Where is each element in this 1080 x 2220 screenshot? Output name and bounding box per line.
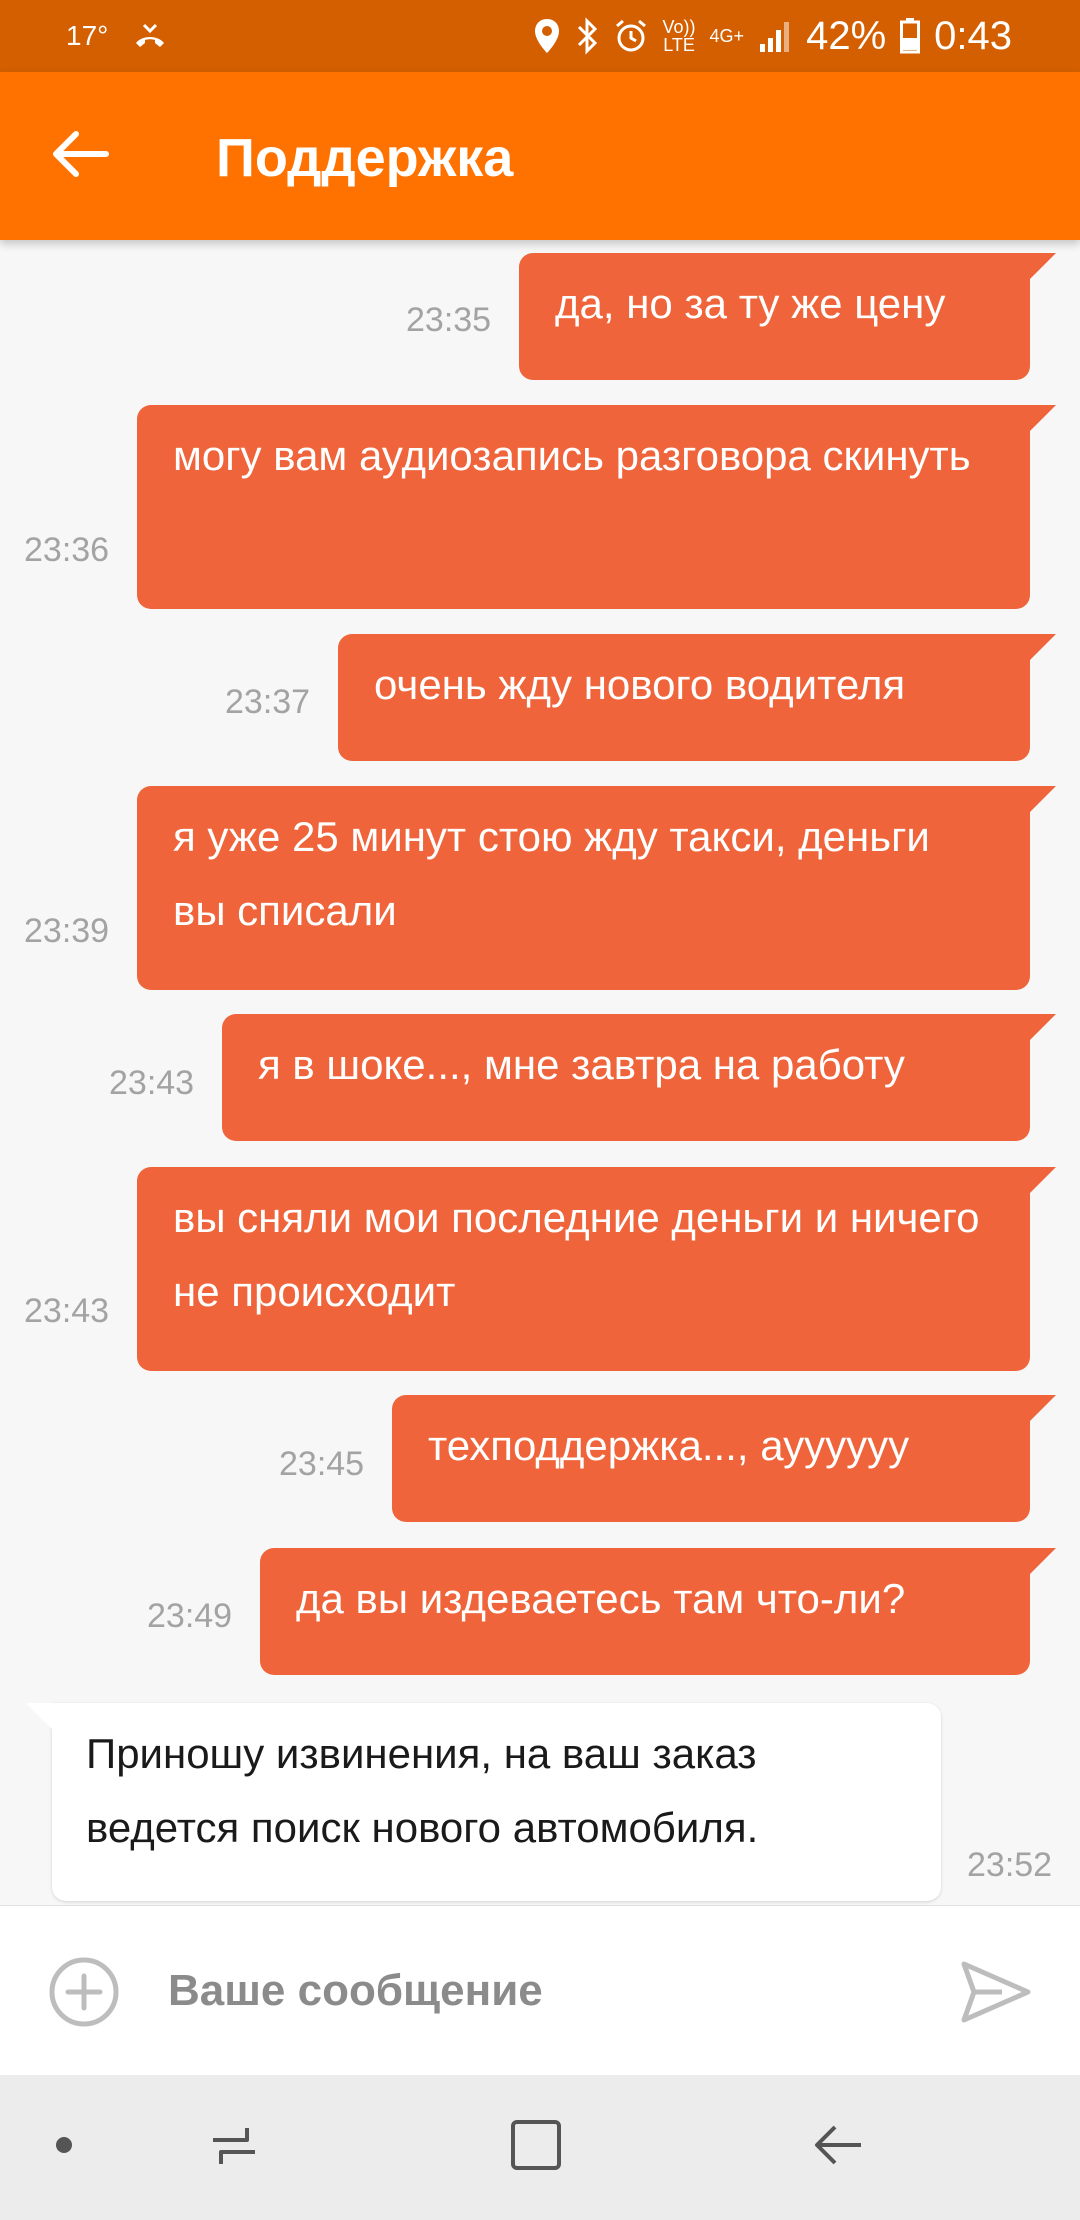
dot-icon — [54, 2135, 74, 2160]
message-time: 23:45 — [279, 1445, 365, 1483]
nav-recents-button[interactable] — [198, 2111, 270, 2183]
message-time: 23:43 — [109, 1064, 195, 1102]
message-time: 23:36 — [24, 531, 110, 569]
page-title: Поддержка — [216, 128, 514, 188]
nav-back-button[interactable] — [802, 2111, 874, 2183]
battery-percent: 42% — [806, 13, 887, 58]
message-composer — [0, 1905, 1080, 2075]
message-time: 23:39 — [24, 912, 110, 950]
nav-dot-button[interactable] — [28, 2111, 100, 2183]
volte-bottom-text: LTE — [663, 35, 695, 55]
volte-indicator: Vo)) LTE — [663, 18, 696, 54]
volte-top-text: Vo)) — [662, 17, 696, 37]
chat-list[interactable]: 23:35 да, но за ту же цену 23:36 могу ва… — [0, 240, 1080, 1905]
nav-home-button[interactable] — [500, 2111, 572, 2183]
back-button[interactable] — [40, 116, 120, 196]
signal-icon — [758, 20, 792, 52]
message-bubble[interactable]: я уже 25 минут стою жду такси, деньги вы… — [137, 786, 1056, 990]
recents-icon — [207, 2120, 261, 2175]
arrow-left-icon — [50, 130, 110, 183]
attach-button[interactable] — [48, 1956, 120, 2028]
message-bubble[interactable]: вы сняли мои последние деньги и ничего н… — [137, 1167, 1056, 1371]
message-time: 23:43 — [24, 1292, 110, 1330]
status-bar: 17° Vo)) LTE 4G+ 42% 0:43 — [0, 0, 1080, 72]
message-time: 23:37 — [225, 683, 311, 721]
home-icon — [509, 2118, 563, 2177]
temperature-text: 17° — [66, 20, 109, 51]
plus-circle-icon — [48, 1957, 120, 2032]
app-bar: Поддержка — [0, 72, 1080, 240]
message-bubble[interactable]: очень жду нового водителя — [338, 634, 1056, 761]
system-nav-bar — [0, 2075, 1080, 2220]
message-bubble[interactable]: да, но за ту же цену — [519, 253, 1056, 380]
message-time: 23:35 — [406, 301, 492, 339]
network-type: 4G+ — [709, 26, 745, 46]
message-bubble[interactable]: техподдержка..., ауууууу — [392, 1395, 1056, 1522]
message-bubble[interactable]: да вы издеваетесь там что-ли? — [260, 1548, 1056, 1675]
alarm-icon — [613, 18, 649, 54]
send-button[interactable] — [958, 1954, 1034, 2030]
bluetooth-icon — [575, 17, 599, 55]
battery-icon — [900, 18, 921, 54]
message-time: 23:52 — [967, 1846, 1053, 1884]
missed-call-icon — [132, 21, 168, 51]
message-time: 23:49 — [147, 1597, 233, 1635]
back-icon — [811, 2120, 865, 2175]
message-input[interactable] — [168, 1946, 908, 2036]
clock-text: 0:43 — [934, 13, 1012, 58]
message-bubble[interactable]: Приношу извинения, на ваш заказ ведется … — [26, 1703, 941, 1901]
message-bubble[interactable]: я в шоке..., мне завтра на работу — [222, 1014, 1056, 1141]
message-bubble[interactable]: могу вам аудиозапись разговора скинуть — [137, 405, 1056, 609]
send-icon — [958, 1961, 1034, 2034]
location-icon — [533, 17, 561, 55]
